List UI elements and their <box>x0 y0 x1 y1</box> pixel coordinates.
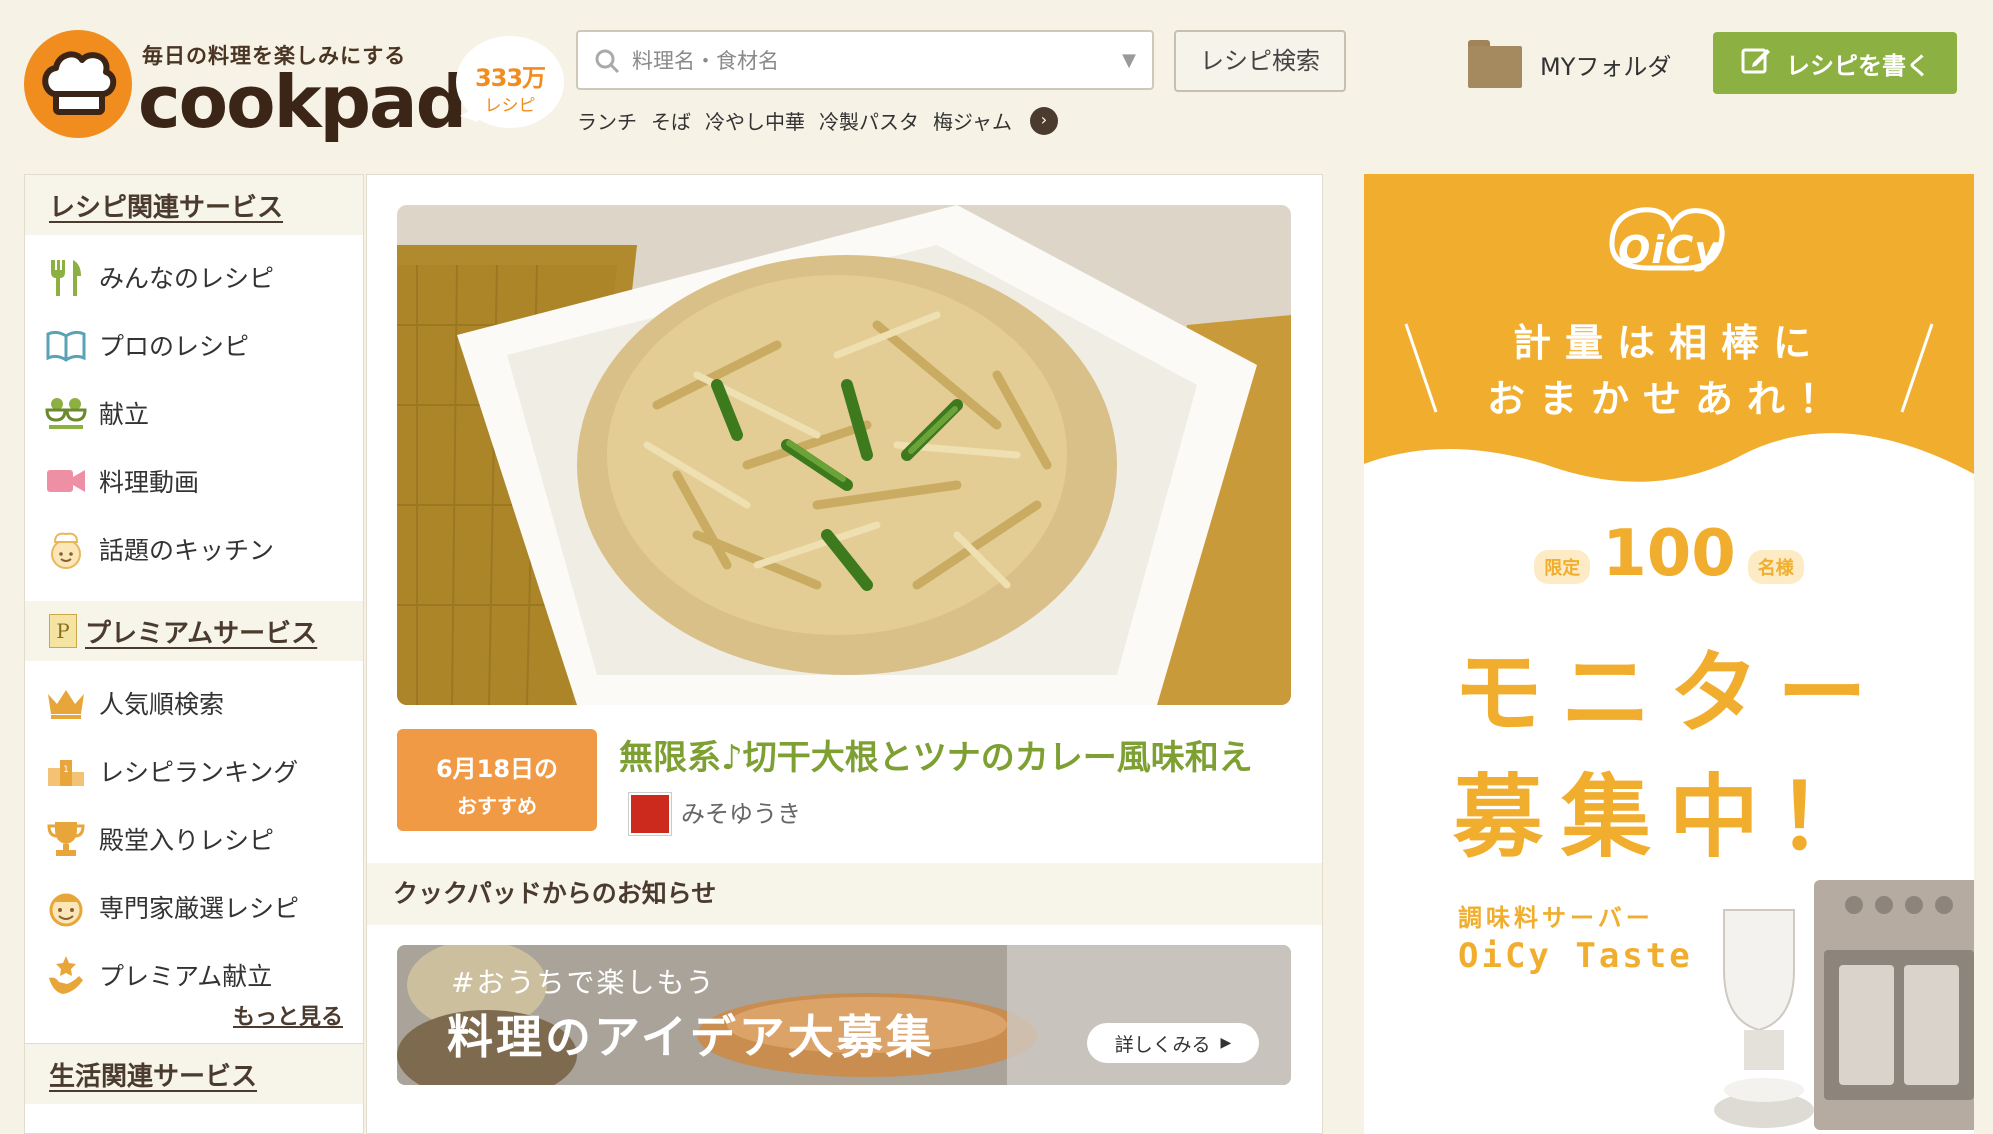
recipe-search-button[interactable]: レシピ検索 <box>1174 30 1346 92</box>
premium-services-heading[interactable]: P プレミアムサービス <box>25 601 363 661</box>
sidebar: レシピ関連サービス みんなのレシピ プロのレシピ 献立 料理動画 話題のキッチン… <box>24 174 364 1134</box>
chef-hat-logo-icon <box>24 30 132 138</box>
ad-recruiting: 募集中！ <box>1453 765 1885 870</box>
keyword-link[interactable]: ランチ <box>577 106 637 135</box>
idea-campaign-banner[interactable]: #おうちで楽しもう 料理のアイデア大募集 詳しくみる ▶ <box>397 945 1291 1085</box>
todays-pick-badge: 6月18日の おすすめ <box>397 729 597 831</box>
trophy-icon <box>43 816 89 862</box>
oicy-advertisement[interactable]: OiCy 計量は相棒に おまかせあれ！ 限定 100 名様 モニター 募集中！ … <box>1364 174 1974 1134</box>
featured-recipe-title-text[interactable]: 無限系♪切干大根とツナのカレー風味和え <box>619 738 1253 778</box>
pick-label: おすすめ <box>457 794 537 818</box>
sidebar-item-popularity-search[interactable]: 人気順検索 <box>25 669 363 737</box>
sidebar-item-pro-recipes[interactable]: プロのレシピ <box>25 311 363 379</box>
sidebar-item-label: 殿堂入りレシピ <box>99 826 275 855</box>
ad-product-name: OiCy Taste <box>1458 936 1693 976</box>
search-input[interactable] <box>630 42 1114 80</box>
banner-detail-button[interactable]: 詳しくみる ▶ <box>1087 1023 1259 1063</box>
chevron-right-icon[interactable]: › <box>1030 106 1058 135</box>
ad-headline-1: 計量は相棒に <box>1512 321 1825 365</box>
sidebar-item-label: 話題のキッチン <box>99 536 275 565</box>
ad-limited-label: 限定 <box>1534 550 1591 584</box>
star-hand-icon <box>43 952 89 998</box>
sidebar-item-label: みんなのレシピ <box>99 264 275 293</box>
fork-knife-icon <box>43 254 89 300</box>
recipe-services-heading[interactable]: レシピ関連サービス <box>25 175 363 235</box>
sidebar-item-label: プレミアム献立 <box>99 962 273 991</box>
recipe-author[interactable]: みそゆうき <box>629 787 801 841</box>
ad-limited-count: 100 <box>1602 517 1736 591</box>
sidebar-item-trending-kitchen[interactable]: 話題のキッチン <box>25 515 363 583</box>
dropdown-arrow-icon[interactable]: ▼ <box>1122 50 1136 71</box>
banner-title: 料理のアイデア大募集 <box>447 1010 935 1064</box>
sidebar-item-cooking-videos[interactable]: 料理動画 <box>25 447 363 515</box>
search-icon <box>594 48 620 78</box>
ad-limited-suffix: 名様 <box>1747 550 1804 584</box>
sidebar-item-label: 人気順検索 <box>99 690 225 719</box>
write-recipe-label: レシピを書く <box>1786 51 1930 80</box>
sidebar-item-expert-recipes[interactable]: 専門家厳選レシピ <box>25 873 363 941</box>
author-avatar <box>629 792 671 835</box>
ad-product-label: 調味料サーバー <box>1458 904 1654 932</box>
notices-heading: クックパッドからのお知らせ <box>367 863 1322 925</box>
search-box[interactable]: ▼ <box>576 30 1154 90</box>
svg-text:1: 1 <box>63 765 69 775</box>
sidebar-item-label: 料理動画 <box>99 468 200 497</box>
sidebar-item-label: 専門家厳選レシピ <box>99 894 300 923</box>
oicy-logo: OiCy <box>1618 228 1720 272</box>
premium-services-title: プレミアムサービス <box>85 618 318 649</box>
sidebar-item-everyone-recipes[interactable]: みんなのレシピ <box>25 243 363 311</box>
keyword-link[interactable]: 冷製パスタ <box>819 106 919 135</box>
see-more-link[interactable]: もっと見る <box>25 999 363 1031</box>
bowls-icon <box>43 390 89 436</box>
pick-date: 6月18日の <box>435 755 559 783</box>
keyword-link[interactable]: そば <box>651 106 691 135</box>
arrow-right-icon: ▶ <box>1220 1035 1232 1051</box>
sidebar-item-label: 献立 <box>99 400 150 429</box>
sidebar-item-recipe-ranking[interactable]: 1 レシピランキング <box>25 737 363 805</box>
sidebar-item-hall-of-fame[interactable]: 殿堂入りレシピ <box>25 805 363 873</box>
featured-recipe-image[interactable] <box>397 205 1291 705</box>
life-services-heading[interactable]: 生活関連サービス <box>25 1043 363 1104</box>
keyword-link[interactable]: 梅ジャム <box>933 106 1012 135</box>
banner-detail-label: 詳しくみる <box>1114 1033 1211 1056</box>
recipe-count-bubble: 333万 レシピ <box>456 36 564 128</box>
folder-icon <box>1468 40 1522 88</box>
my-folder-label: MYフォルダ <box>1540 52 1672 81</box>
write-recipe-button[interactable]: レシピを書く <box>1713 32 1957 94</box>
ad-headline-2: おまかせあれ！ <box>1486 377 1851 421</box>
ad-limited-offer: 限定 100 名様 <box>1364 517 1974 591</box>
sidebar-item-menu[interactable]: 献立 <box>25 379 363 447</box>
cookpad-logo[interactable]: 毎日の料理を楽しみにする cookpad 333万 レシピ <box>24 30 564 144</box>
open-book-icon <box>43 322 89 368</box>
recipe-count: 333万 <box>474 64 546 92</box>
sidebar-item-label: レシピランキング <box>99 758 299 787</box>
keyword-link[interactable]: 冷やし中華 <box>705 106 805 135</box>
chef-face-icon <box>43 526 89 572</box>
crown-icon <box>43 680 89 726</box>
pencil-edit-icon <box>1740 44 1772 82</box>
banner-hashtag: #おうちで楽しもう <box>451 966 716 999</box>
logo-wordmark: cookpad <box>138 60 467 144</box>
podium-icon: 1 <box>43 748 89 794</box>
author-name: みそゆうき <box>681 799 801 828</box>
ad-monitor: モニター <box>1453 641 1885 746</box>
expert-face-icon <box>43 884 89 930</box>
video-camera-icon <box>43 458 89 504</box>
popular-keywords: ランチ そば 冷やし中華 冷製パスタ 梅ジャム › <box>577 106 1058 135</box>
premium-p-badge-icon: P <box>49 614 77 648</box>
main-content: 6月18日の おすすめ 無限系♪切干大根とツナのカレー風味和え みそゆうき クッ… <box>366 174 1323 1134</box>
my-folder-link[interactable]: MYフォルダ <box>1468 40 1671 88</box>
sidebar-item-label: プロのレシピ <box>99 332 250 361</box>
featured-recipe-title[interactable]: 無限系♪切干大根とツナのカレー風味和え みそゆうき <box>619 731 1279 841</box>
